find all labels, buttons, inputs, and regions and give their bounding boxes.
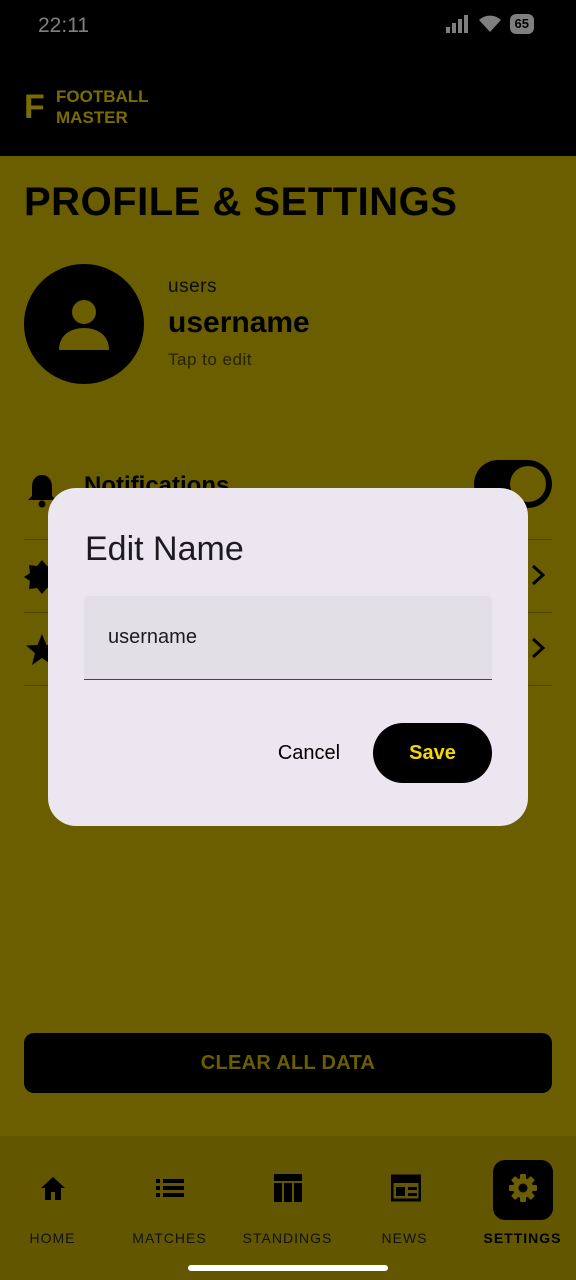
name-field-container (84, 596, 492, 680)
edit-name-dialog: Edit Name Cancel Save (48, 488, 528, 826)
dialog-title: Edit Name (85, 530, 244, 568)
home-indicator[interactable] (188, 1265, 388, 1271)
save-button[interactable]: Save (373, 723, 492, 783)
cancel-button[interactable]: Cancel (266, 724, 352, 782)
name-input[interactable] (108, 618, 468, 656)
